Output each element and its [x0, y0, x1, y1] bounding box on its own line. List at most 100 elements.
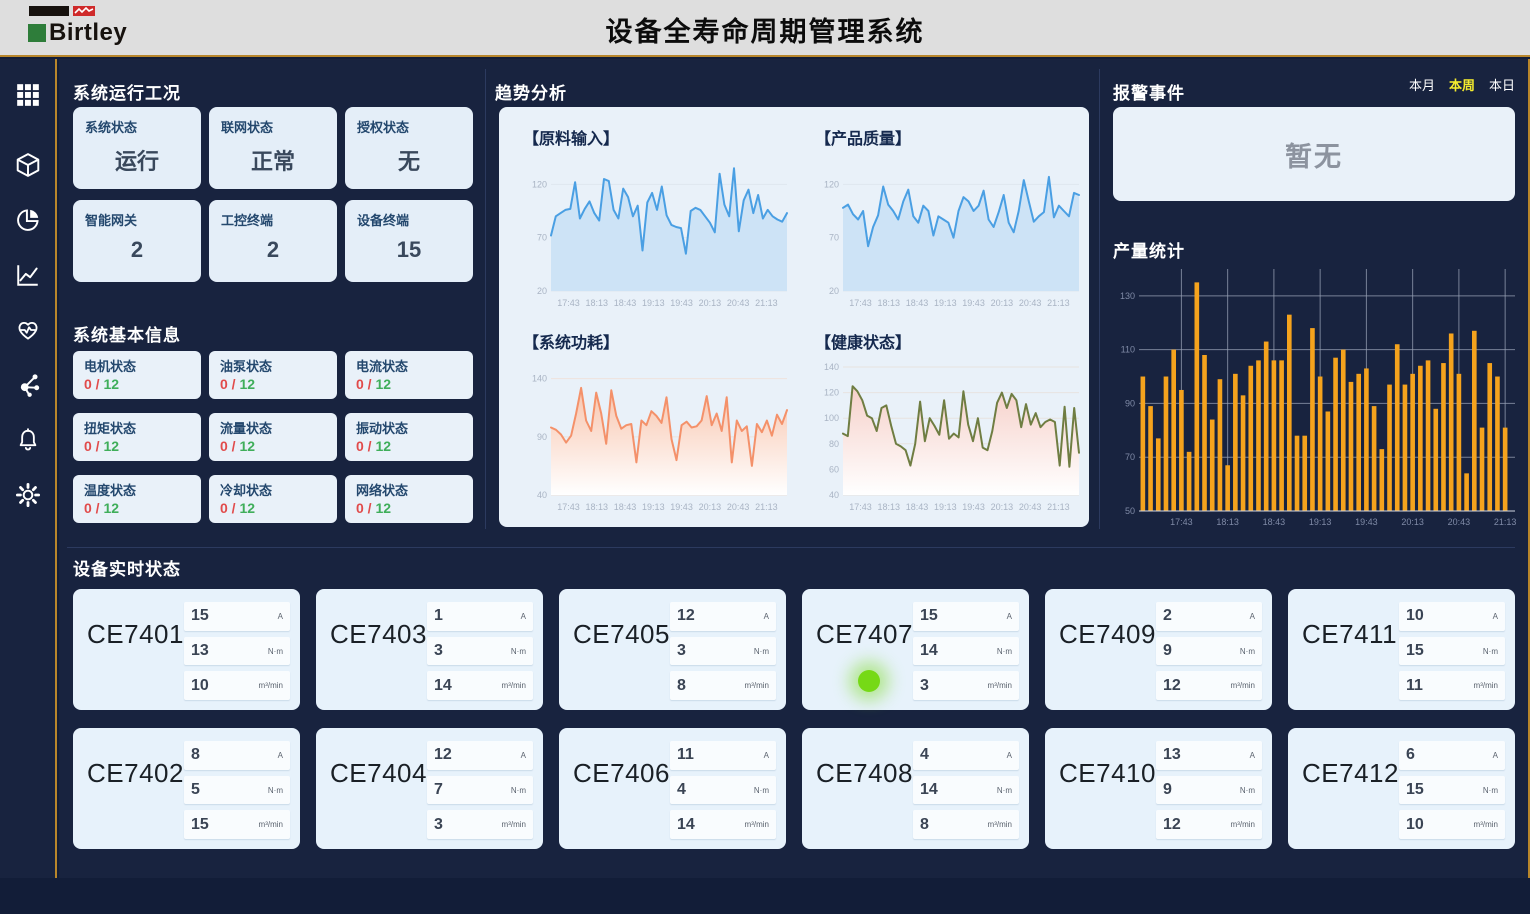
svg-text:17:43: 17:43 — [557, 502, 580, 512]
device-value: 11 — [677, 746, 694, 764]
sidebar-cube-button[interactable] — [8, 145, 48, 185]
sidebar-bell-button[interactable] — [8, 420, 48, 460]
device-unit: N·m — [268, 786, 283, 795]
svg-text:20:13: 20:13 — [699, 298, 722, 308]
svg-text:18:43: 18:43 — [906, 298, 929, 308]
info-card: 冷却状态 0 / 12 — [209, 475, 337, 523]
info-card: 电机状态 0 / 12 — [73, 351, 201, 399]
svg-text:19:13: 19:13 — [642, 298, 665, 308]
device-value: 15 — [191, 816, 209, 834]
device-card[interactable]: CE7405 12 A 3 N·m 8 m³/min — [559, 589, 786, 710]
status-card: 工控终端 2 — [209, 200, 337, 282]
device-value-row: 14 m³/min — [427, 671, 533, 700]
status-card-value: 15 — [357, 237, 461, 263]
svg-text:19:13: 19:13 — [1309, 517, 1332, 527]
device-value-row: 8 A — [184, 741, 290, 770]
svg-text:70: 70 — [537, 233, 547, 243]
device-value-row: 15 N·m — [1399, 776, 1505, 805]
svg-text:20:43: 20:43 — [727, 298, 750, 308]
device-card[interactable]: CE7401 15 A 13 N·m 10 m³/min — [73, 589, 300, 710]
app-header: Birtley 设备全寿命周期管理系统 — [0, 0, 1530, 57]
device-card[interactable]: CE7407 15 A 14 N·m 3 m³/min — [802, 589, 1029, 710]
svg-text:18:43: 18:43 — [906, 502, 929, 512]
info-card: 振动状态 0 / 12 — [345, 413, 473, 461]
device-card[interactable]: CE7410 13 A 9 N·m 12 m³/min — [1045, 728, 1272, 849]
device-unit: A — [764, 612, 769, 621]
info-card: 扭矩状态 0 / 12 — [73, 413, 201, 461]
chart-title-raw-input: 【原料输入】 — [523, 125, 795, 149]
device-unit: N·m — [754, 647, 769, 656]
device-value-row: 15 m³/min — [184, 810, 290, 839]
device-value: 5 — [191, 781, 200, 799]
svg-text:19:13: 19:13 — [642, 502, 665, 512]
device-card[interactable]: CE7402 8 A 5 N·m 15 m³/min — [73, 728, 300, 849]
device-unit: N·m — [511, 647, 526, 656]
info-card: 电流状态 0 / 12 — [345, 351, 473, 399]
chart-title-health-status: 【健康状态】 — [815, 329, 1087, 353]
device-name: CE7408 — [816, 758, 913, 839]
device-card[interactable]: CE7403 1 A 3 N·m 14 m³/min — [316, 589, 543, 710]
device-unit: m³/min — [988, 820, 1012, 829]
device-card[interactable]: CE7411 10 A 15 N·m 11 m³/min — [1288, 589, 1515, 710]
info-card-error-count: 0 / — [220, 438, 239, 454]
device-value: 12 — [677, 607, 695, 625]
svg-text:19:43: 19:43 — [670, 298, 693, 308]
device-card[interactable]: CE7412 6 A 15 N·m 10 m³/min — [1288, 728, 1515, 849]
device-value-row: 15 A — [184, 602, 290, 631]
device-value-row: 3 N·m — [427, 637, 533, 666]
device-value: 10 — [191, 677, 209, 695]
svg-text:17:43: 17:43 — [1170, 517, 1193, 527]
svg-text:80: 80 — [829, 439, 839, 449]
device-value: 8 — [677, 677, 686, 695]
info-card: 网络状态 0 / 12 — [345, 475, 473, 523]
device-unit: m³/min — [988, 681, 1012, 690]
device-unit: N·m — [1483, 647, 1498, 656]
sidebar-network-button[interactable] — [8, 365, 48, 405]
svg-text:20:43: 20:43 — [727, 502, 750, 512]
device-card[interactable]: CE7404 12 A 7 N·m 3 m³/min — [316, 728, 543, 849]
alarm-tab[interactable]: 本周 — [1449, 75, 1475, 94]
sidebar-line-chart-button[interactable] — [8, 255, 48, 295]
device-unit: m³/min — [502, 681, 526, 690]
device-name: CE7404 — [330, 758, 427, 839]
sidebar-apps-grid-button[interactable] — [8, 75, 48, 115]
svg-text:19:13: 19:13 — [934, 502, 957, 512]
info-card-count: 0 / 12 — [84, 438, 190, 454]
info-card-total-count: 12 — [375, 376, 391, 392]
device-value: 2 — [1163, 607, 1172, 625]
power-usage-line-chart: 140904017:4318:1318:4319:1319:4320:1320:… — [523, 357, 795, 515]
device-unit: A — [1250, 751, 1255, 760]
device-unit: A — [764, 751, 769, 760]
device-name: CE7401 — [87, 619, 184, 700]
device-value: 12 — [434, 746, 452, 764]
status-card-value: 运行 — [85, 144, 189, 176]
device-card[interactable]: CE7409 2 A 9 N·m 12 m³/min — [1045, 589, 1272, 710]
device-values: 2 A 9 N·m 12 m³/min — [1156, 602, 1262, 700]
chart-title-product-quality: 【产品质量】 — [815, 125, 1087, 149]
device-value: 3 — [920, 677, 929, 695]
chart-title-power-usage: 【系统功耗】 — [523, 329, 795, 353]
device-name: CE7409 — [1059, 619, 1156, 700]
device-value-row: 9 N·m — [1156, 776, 1262, 805]
production-bar-chart: 50709011013017:4318:1318:4319:1319:4320:… — [1111, 263, 1517, 531]
sidebar-heart-pulse-button[interactable] — [8, 310, 48, 350]
sidebar-pie-chart-button[interactable] — [8, 200, 48, 240]
alarm-tab[interactable]: 本日 — [1489, 75, 1515, 94]
device-value: 10 — [1406, 816, 1424, 834]
info-card-label: 温度状态 — [84, 480, 190, 499]
device-unit: N·m — [997, 647, 1012, 656]
device-card[interactable]: CE7408 4 A 14 N·m 8 m³/min — [802, 728, 1029, 849]
device-value-row: 12 m³/min — [1156, 810, 1262, 839]
section-title-production: 产量统计 — [1113, 237, 1185, 262]
device-unit: m³/min — [1474, 681, 1498, 690]
info-card-total-count: 12 — [103, 500, 119, 516]
sidebar-gear-button[interactable] — [8, 475, 48, 515]
alarm-tab[interactable]: 本月 — [1409, 75, 1435, 94]
device-unit: A — [1007, 751, 1012, 760]
device-value-row: 14 N·m — [913, 776, 1019, 805]
device-values: 13 A 9 N·m 12 m³/min — [1156, 741, 1262, 839]
info-card-label: 振动状态 — [356, 418, 462, 437]
svg-text:19:43: 19:43 — [1355, 517, 1378, 527]
device-card[interactable]: CE7406 11 A 4 N·m 14 m³/min — [559, 728, 786, 849]
device-values: 12 A 3 N·m 8 m³/min — [670, 602, 776, 700]
